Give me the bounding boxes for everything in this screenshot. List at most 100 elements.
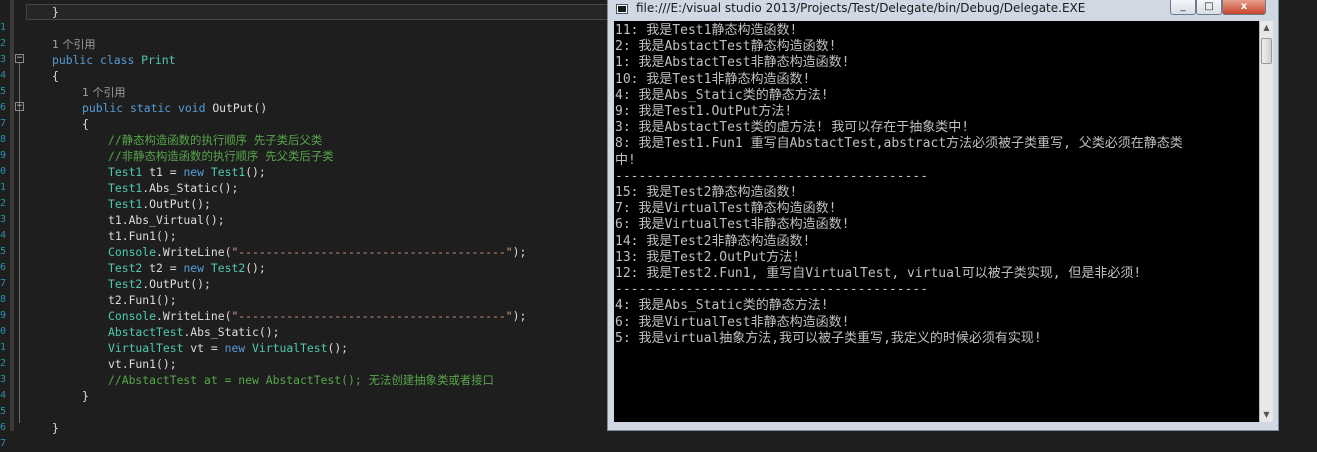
console-vertical-scrollbar[interactable]: ▲ ▼ — [1259, 21, 1273, 422]
line-number: 2 — [0, 198, 7, 209]
line-number: 6 — [0, 422, 7, 433]
code-token: Test2 — [210, 261, 246, 275]
change-margin-bar — [10, 0, 14, 431]
code-line[interactable]: Console.WriteLine("---------------------… — [108, 308, 526, 324]
code-token: } — [82, 389, 89, 403]
code-token: Test1 — [108, 197, 143, 211]
console-output-line: 7: 我是VirtualTest静态构造函数! — [615, 201, 837, 217]
current-line-highlight — [26, 4, 608, 20]
line-number: 1 — [0, 182, 7, 193]
line-number: 3 — [0, 54, 7, 65]
code-token: static — [130, 101, 172, 115]
console-output-line: 2: 我是AbstactTest静态构造函数! — [615, 39, 837, 55]
line-number: 6 — [0, 262, 7, 273]
code-token: Console — [108, 245, 157, 259]
code-line[interactable]: } — [52, 420, 59, 436]
line-number: 9 — [0, 310, 7, 321]
code-line[interactable]: Test2.OutPut(); — [108, 276, 211, 292]
code-token: "---------------------------------------… — [231, 245, 513, 259]
line-number: 0 — [0, 326, 7, 337]
code-line[interactable]: Test2 t2 = new Test2(); — [108, 260, 266, 276]
code-token: } — [52, 421, 59, 435]
line-number: 8 — [0, 294, 7, 305]
scroll-up-arrow-icon[interactable]: ▲ — [1260, 21, 1273, 35]
code-line[interactable]: t2.Fun1(); — [108, 292, 177, 308]
code-token: (); — [327, 341, 349, 355]
code-line[interactable]: public class Print — [52, 52, 175, 68]
line-number: 3 — [0, 374, 7, 385]
code-token: t2 = — [142, 261, 184, 275]
code-token: vt.Fun1(); — [108, 357, 177, 371]
code-line[interactable]: 1 个引用 — [52, 36, 96, 52]
console-output-line: ---------------------------------------- — [615, 168, 929, 184]
code-line[interactable]: { — [52, 68, 59, 84]
code-line[interactable]: 1 个引用 — [82, 84, 126, 100]
code-token: ); — [512, 309, 527, 323]
minimize-button[interactable]: _ — [1170, 0, 1196, 15]
code-line[interactable]: } — [82, 388, 89, 404]
code-line[interactable]: vt.Fun1(); — [108, 356, 177, 372]
code-token: { — [52, 69, 59, 83]
code-line[interactable]: t1.Abs_Virtual(); — [108, 212, 225, 228]
code-token: Test1 — [108, 165, 143, 179]
line-number: 9 — [0, 150, 7, 161]
line-number: 6 — [0, 102, 7, 113]
console-output-line: 3: 我是AbstactTest类的虚方法! 我可以存在于抽象类中! — [615, 120, 970, 136]
code-token: t1 = — [142, 165, 184, 179]
collapse-class-icon[interactable]: − — [15, 54, 24, 63]
code-line[interactable]: //AbstactTest at = new AbstactTest(); 无法… — [108, 372, 494, 388]
console-title-bar[interactable]: file:///E:/visual studio 2013/Projects/T… — [608, 0, 1278, 21]
code-token: Test1 — [108, 181, 143, 195]
console-app-icon — [616, 4, 628, 14]
console-output-line: ---------------------------------------- — [615, 282, 929, 298]
collapse-method-icon[interactable]: − — [15, 102, 24, 111]
code-token: Console — [108, 309, 157, 323]
code-token: t1.Fun1(); — [108, 229, 177, 243]
code-token: .Abs_Static(); — [142, 181, 239, 195]
code-token: AbstactTest — [108, 325, 184, 339]
console-output-line: 6: 我是VirtualTest非静态构造函数! — [615, 314, 850, 330]
code-token: Test2 — [108, 277, 143, 291]
close-button[interactable]: x — [1222, 0, 1266, 15]
code-line[interactable]: Test1 t1 = new Test1(); — [108, 164, 266, 180]
line-number: 4 — [0, 230, 7, 241]
code-line[interactable]: VirtualTest vt = new VirtualTest(); — [108, 340, 348, 356]
console-output-area[interactable]: 11: 我是Test1静态构造函数! 2: 我是AbstactTest静态构造函数… — [614, 21, 1259, 422]
code-token: .WriteLine( — [156, 245, 232, 259]
console-output-line: 8: 我是Test1.Fun1 重写自AbstactTest,abstract方… — [615, 136, 1183, 152]
code-line[interactable]: Console.WriteLine("---------------------… — [108, 244, 526, 260]
code-token: t1.Abs_Virtual(); — [108, 213, 225, 227]
code-token: public — [82, 101, 124, 115]
console-window[interactable]: file:///E:/visual studio 2013/Projects/T… — [607, 0, 1279, 431]
maximize-button[interactable]: □ — [1196, 0, 1222, 15]
console-output-line: 9: 我是Test1.OutPut方法! — [615, 104, 793, 119]
code-line[interactable]: AbstactTest.Abs_Static(); — [108, 324, 279, 340]
code-line[interactable]: //静态构造函数的执行顺序 先子类后父类 — [108, 132, 322, 148]
scroll-down-arrow-icon[interactable]: ▼ — [1260, 408, 1273, 422]
code-token: 1 个引用 — [82, 86, 126, 99]
line-number: 2 — [0, 38, 7, 49]
code-token: public — [52, 53, 94, 67]
line-number: 7 — [0, 278, 7, 289]
code-token: new — [224, 341, 246, 355]
line-number: 1 — [0, 22, 7, 33]
line-number: 2 — [0, 358, 7, 369]
code-line[interactable]: Test1.OutPut(); — [108, 196, 211, 212]
console-title: file:///E:/visual studio 2013/Projects/T… — [636, 1, 1086, 15]
code-token: t2.Fun1(); — [108, 293, 177, 307]
scroll-thumb[interactable] — [1261, 38, 1272, 64]
code-line[interactable]: t1.Fun1(); — [108, 228, 177, 244]
code-line[interactable]: } — [52, 4, 59, 20]
code-line[interactable]: //非静态构造函数的执行顺序 先父类后子类 — [108, 148, 334, 164]
code-line[interactable]: Test1.Abs_Static(); — [108, 180, 238, 196]
line-number: 4 — [0, 70, 7, 81]
code-line[interactable]: { — [82, 116, 89, 132]
code-token: VirtualTest — [108, 341, 184, 355]
code-token: OutPut() — [205, 101, 268, 115]
code-line[interactable]: public static void OutPut() — [82, 100, 267, 116]
code-token: Print — [141, 53, 176, 67]
line-number: 7 — [0, 118, 7, 129]
code-token: //静态构造函数的执行顺序 先子类后父类 — [108, 133, 323, 147]
